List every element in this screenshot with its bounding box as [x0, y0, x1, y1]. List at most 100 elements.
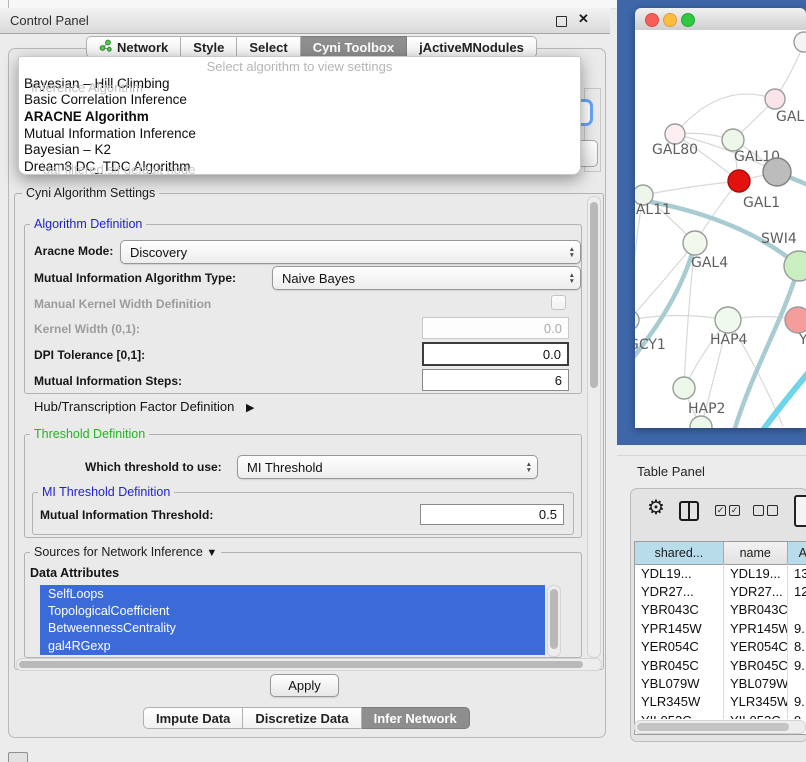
- network-canvas[interactable]: GALGAL80GAL10GAL1GAL11SWI4GAL4GCY1HAP4YH…: [635, 30, 806, 428]
- minimized-panel-icon[interactable]: [8, 752, 28, 762]
- threshold-definition-legend: Threshold Definition: [30, 427, 149, 441]
- sources-legend-label: Sources for Network Inference: [34, 545, 203, 559]
- unchecked-box-icon[interactable]: [753, 505, 764, 516]
- algorithm-option-aracne-algorithm[interactable]: ARACNE Algorithm: [19, 108, 580, 125]
- algorithm-definition-legend: Algorithm Definition: [30, 217, 146, 231]
- data-attribute-item[interactable]: gal4RGexp: [40, 637, 545, 654]
- algorithm-option-bayesian-k2[interactable]: Bayesian – K2: [19, 141, 580, 158]
- algorithm-option-basic-correlation-inference[interactable]: Basic Correlation Inference: [19, 92, 580, 109]
- table-row[interactable]: YBR045CYBR045C9.: [635, 656, 806, 674]
- network-edge: [763, 360, 806, 428]
- algorithm-option-bayesian-hill-climbing[interactable]: Bayesian – Hill Climbing: [19, 75, 580, 92]
- table-row[interactable]: YBL079WYBL079W: [635, 674, 806, 692]
- table-row[interactable]: YBR043CYBR043C: [635, 601, 806, 619]
- network-node-gal[interactable]: [765, 89, 785, 109]
- stepper-icon: ▲▼: [569, 242, 575, 263]
- table-row[interactable]: YDR27...YDR27...12: [635, 582, 806, 600]
- network-node-hap4[interactable]: [715, 307, 741, 333]
- algorithm-option-dream8-dc-tdc-algorithm[interactable]: Dream8 DC_TDC Algorithm: [19, 158, 580, 175]
- tab-label: jActiveMNodules: [419, 40, 524, 55]
- selected-value: Discovery: [130, 245, 187, 260]
- hub-definition-toggle[interactable]: Hub/Transcription Factor Definition ▶: [34, 399, 254, 414]
- zoom-traffic-light[interactable]: [681, 13, 695, 27]
- tab-cyni-toolbox[interactable]: Cyni Toolbox: [301, 36, 407, 58]
- table-row[interactable]: YPR145WYPR145W9.: [635, 619, 806, 637]
- network-node-gcy1[interactable]: [635, 310, 639, 330]
- tab-discretize-data[interactable]: Discretize Data: [243, 707, 361, 729]
- aracne-mode-label: Aracne Mode:: [34, 244, 113, 258]
- table-row[interactable]: YER054CYER054C8.: [635, 638, 806, 656]
- mi-steps-field[interactable]: 6: [422, 369, 569, 391]
- network-node[interactable]: [794, 32, 806, 52]
- table-cell: 12: [788, 582, 806, 600]
- column-header-shared[interactable]: shared...: [635, 542, 724, 564]
- scrollbar-thumb[interactable]: [590, 202, 598, 388]
- network-window-titlebar[interactable]: [635, 8, 806, 31]
- mi-threshold-field[interactable]: 0.5: [420, 504, 564, 525]
- tab-impute-data[interactable]: Impute Data: [143, 707, 243, 729]
- cyni-bottom-tabs: Impute Data Discretize Data Infer Network: [143, 707, 470, 729]
- minimize-traffic-light[interactable]: [663, 13, 677, 27]
- network-edge: [635, 316, 728, 321]
- network-view-window: GALGAL80GAL10GAL1GAL11SWI4GAL4GCY1HAP4YH…: [635, 8, 806, 428]
- screen: Control Panel ✕ NetworkStyleSelectCyni T…: [0, 0, 806, 762]
- aracne-mode-select[interactable]: Discovery ▲▼: [120, 240, 581, 264]
- table-cell: YBR043C: [724, 601, 788, 619]
- tab-select[interactable]: Select: [237, 36, 300, 58]
- tab-network[interactable]: Network: [86, 36, 181, 58]
- algorithm-option-mutual-information-inference[interactable]: Mutual Information Inference: [19, 125, 580, 142]
- scrollbar-thumb[interactable]: [19, 661, 583, 668]
- table-row[interactable]: YLR345WYLR345W9.: [635, 693, 806, 711]
- network-node-gal4[interactable]: [683, 231, 707, 255]
- data-attribute-item[interactable]: TopologicalCoefficient: [40, 602, 545, 619]
- mi-algorithm-type-select[interactable]: Naive Bayes ▲▼: [272, 266, 581, 290]
- tab-label: Impute Data: [156, 711, 230, 726]
- table-row[interactable]: YDL19...YDL19...13: [635, 564, 806, 582]
- sources-legend[interactable]: Sources for Network Inference ▼: [30, 545, 221, 559]
- scrollbar-thumb[interactable]: [637, 723, 789, 731]
- tab-jactivemnodules[interactable]: jActiveMNodules: [407, 36, 537, 58]
- kernel-width-field[interactable]: 0.0: [422, 317, 569, 339]
- node-label: HAP4: [710, 332, 748, 348]
- dpi-tolerance-field[interactable]: 0.0: [422, 342, 569, 366]
- arrow-down-icon: ▼: [526, 468, 532, 474]
- attributes-scrollbar[interactable]: [547, 585, 561, 657]
- table-horizontal-scrollbar[interactable]: [634, 720, 806, 734]
- data-attribute-item[interactable]: BetweennessCentrality: [40, 620, 545, 637]
- checked-box-icon[interactable]: ✓: [715, 505, 726, 516]
- gear-icon[interactable]: ⚙: [647, 495, 665, 520]
- checked-box-icon[interactable]: ✓: [729, 505, 740, 516]
- node-label: GAL4: [691, 255, 728, 271]
- which-threshold-select[interactable]: MI Threshold ▲▼: [237, 455, 538, 479]
- table-cell: [788, 674, 806, 692]
- scrollbar-thumb[interactable]: [550, 589, 558, 649]
- network-node[interactable]: [690, 416, 712, 428]
- column-header-a[interactable]: A: [788, 542, 806, 564]
- table-row[interactable]: YIL052CYIL052C9: [635, 711, 806, 719]
- network-node[interactable]: [763, 158, 791, 186]
- close-icon[interactable]: ✕: [578, 11, 589, 27]
- tab-infer-network[interactable]: Infer Network: [362, 707, 470, 729]
- network-node-gal80[interactable]: [665, 124, 685, 144]
- table-cell: 9.: [788, 619, 806, 637]
- data-attribute-item[interactable]: SelfLoops: [40, 585, 545, 602]
- columns-icon[interactable]: [679, 501, 699, 521]
- network-node-hap2[interactable]: [673, 377, 695, 399]
- apply-button[interactable]: Apply: [270, 674, 339, 697]
- tab-style[interactable]: Style: [181, 36, 237, 58]
- network-node-y[interactable]: [785, 307, 806, 333]
- manual-kernel-checkbox[interactable]: [551, 295, 566, 310]
- table-cell: YPR145W: [724, 619, 788, 637]
- panel-edge-tick: [8, 0, 9, 8]
- settings-horizontal-scrollbar[interactable]: [16, 658, 602, 671]
- network-node-gal1[interactable]: [728, 170, 750, 192]
- column-header-name[interactable]: name: [724, 542, 788, 564]
- close-traffic-light[interactable]: [645, 13, 659, 27]
- document-icon[interactable]: [794, 495, 806, 527]
- network-node-gal10[interactable]: [722, 129, 744, 151]
- tab-label: Infer Network: [374, 711, 457, 726]
- node-label: SWI4: [761, 231, 797, 247]
- float-panel-icon[interactable]: [556, 16, 567, 27]
- settings-vertical-scrollbar[interactable]: [587, 196, 601, 658]
- unchecked-box-icon[interactable]: [767, 505, 778, 516]
